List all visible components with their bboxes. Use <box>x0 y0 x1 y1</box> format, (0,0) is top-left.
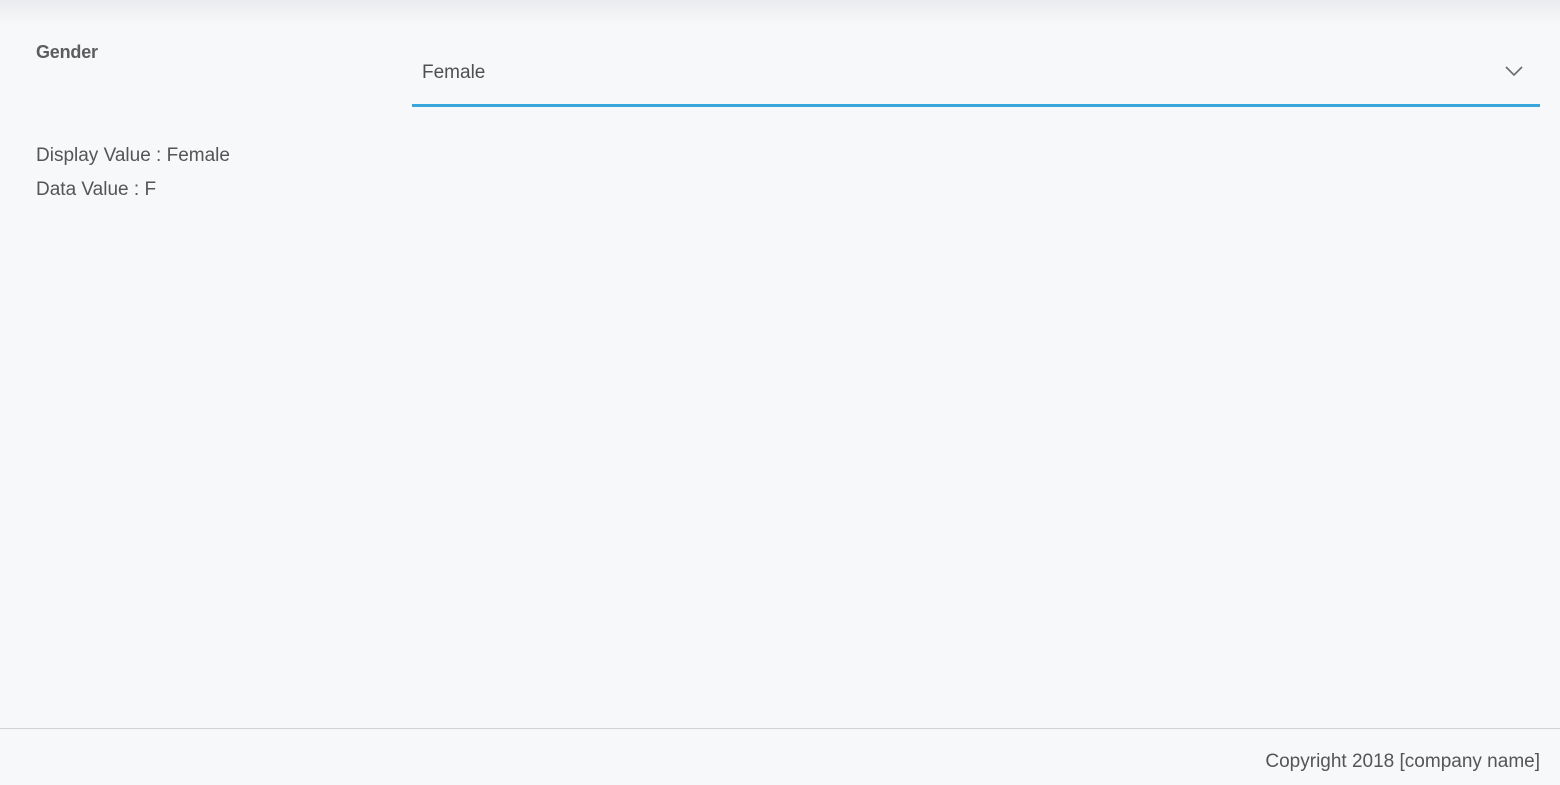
gender-label: Gender <box>36 42 98 62</box>
main-content: Gender Female Display Value : Female Dat… <box>0 0 1560 728</box>
display-value-text: Display Value : Female <box>36 145 230 167</box>
data-value-text: Data Value : F <box>36 179 156 201</box>
data-value-prefix: Data Value : <box>36 179 145 200</box>
footer: Copyright 2018 [company name] <box>0 728 1560 785</box>
chevron-down-icon[interactable] <box>1504 64 1524 78</box>
gender-select[interactable]: Female <box>412 46 1540 107</box>
display-value: Female <box>166 145 230 166</box>
data-value: F <box>144 179 157 200</box>
display-value-prefix: Display Value : <box>36 145 167 166</box>
gender-select-value: Female <box>422 62 486 83</box>
copyright-text: Copyright 2018 [company name] <box>1265 751 1540 772</box>
